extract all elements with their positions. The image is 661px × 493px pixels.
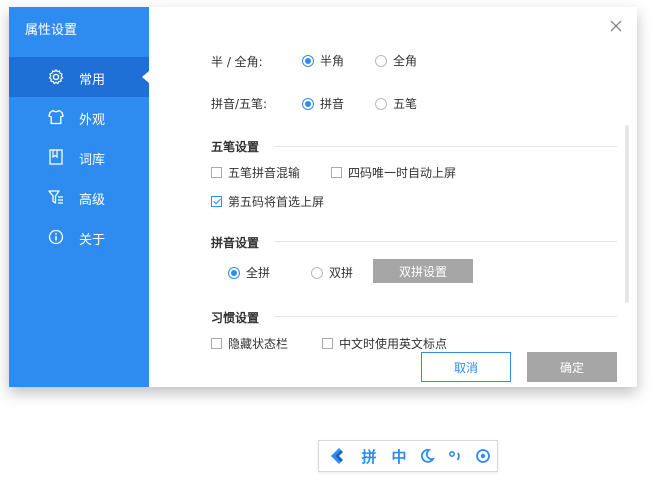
width-mode-label: 半 / 全角: <box>211 55 263 69</box>
sidebar-item-dictionary[interactable]: 词库 <box>9 137 149 177</box>
sidebar-item-label: 关于 <box>79 233 106 248</box>
shuangpin-settings-button[interactable]: 双拼设置 <box>373 259 473 283</box>
book-icon <box>47 148 65 166</box>
chinese-mode-indicator[interactable]: 中 <box>389 446 409 466</box>
pinyin-mode-indicator[interactable]: 拼 <box>359 446 379 466</box>
radio-label: 全拼 <box>246 266 271 280</box>
checkbox-label: 隐藏状态栏 <box>228 337 289 351</box>
radio-full-width[interactable]: 全角 <box>375 52 417 69</box>
checkbox-label: 中文时使用英文标点 <box>339 337 448 351</box>
radio-label: 半角 <box>320 54 345 68</box>
shirt-icon <box>47 108 65 126</box>
checkbox-hide-statusbar[interactable]: 隐藏状态栏 <box>211 335 288 352</box>
radio-label: 拼音 <box>320 97 345 111</box>
checkbox-label: 四码唯一时自动上屏 <box>348 166 457 180</box>
radio-indicator <box>311 266 323 279</box>
radio-indicator <box>302 54 314 67</box>
radio-label: 双拼 <box>329 266 354 280</box>
radio-label: 全角 <box>393 54 418 68</box>
punctuation-icon[interactable] <box>445 446 465 466</box>
section-divider <box>275 316 617 317</box>
checkbox-indicator <box>322 338 333 349</box>
scrollbar[interactable] <box>625 125 629 303</box>
radio-shuangpin[interactable]: 双拼 <box>311 264 353 281</box>
ime-status-toolbar: 拼 中 <box>318 440 498 472</box>
checkbox-label: 五笔拼音混输 <box>228 166 301 180</box>
ime-logo-icon[interactable] <box>327 446 347 466</box>
content-panel: 半 / 全角: 半角 全角 拼音/五笔: 拼音 五笔 五笔设置 五笔拼音混输 四… <box>149 7 637 387</box>
habit-section-title: 习惯设置 <box>211 311 260 325</box>
sidebar-item-label: 常用 <box>79 73 106 88</box>
radio-quanpin[interactable]: 全拼 <box>228 264 270 281</box>
checkbox-english-punctuation[interactable]: 中文时使用英文标点 <box>322 335 447 352</box>
radio-pinyin[interactable]: 拼音 <box>302 95 344 112</box>
sidebar-item-advanced[interactable]: 高级 <box>9 177 149 217</box>
sidebar-item-label: 词库 <box>79 153 106 168</box>
info-icon <box>47 228 65 246</box>
section-divider <box>275 241 617 242</box>
radio-indicator <box>228 266 240 279</box>
radio-label: 五笔 <box>393 97 418 111</box>
radio-indicator <box>375 54 387 67</box>
cancel-button[interactable]: 取消 <box>421 352 511 382</box>
sidebar-item-appearance[interactable]: 外观 <box>9 97 149 137</box>
sidebar: 属性设置 常用 外观 词库 高级 关于 <box>9 7 149 387</box>
confirm-button[interactable]: 确定 <box>527 352 617 382</box>
filter-icon <box>47 188 65 206</box>
radio-indicator <box>375 97 387 110</box>
checkbox-fifth-code-first[interactable]: 第五码将首选上屏 <box>211 193 324 210</box>
dialog-title: 属性设置 <box>25 23 78 38</box>
wubi-section-title: 五笔设置 <box>211 140 260 154</box>
radio-wubi[interactable]: 五笔 <box>375 95 417 112</box>
radio-indicator <box>302 97 314 110</box>
settings-dialog: 属性设置 常用 外观 词库 高级 关于 半 / 全角: 半角 全角 拼音/五笔:… <box>9 7 637 387</box>
input-mode-label: 拼音/五笔: <box>211 97 268 111</box>
checkbox-indicator <box>211 338 222 349</box>
checkbox-indicator <box>211 167 222 178</box>
sidebar-item-about[interactable]: 关于 <box>9 217 149 257</box>
checkbox-label: 第五码将首选上屏 <box>228 195 325 209</box>
checkbox-four-code-auto[interactable]: 四码唯一时自动上屏 <box>331 164 456 181</box>
gear-icon <box>47 68 65 86</box>
checkbox-wubi-pinyin-mix[interactable]: 五笔拼音混输 <box>211 164 300 181</box>
moon-icon[interactable] <box>417 446 437 466</box>
radio-half-width[interactable]: 半角 <box>302 52 344 69</box>
pinyin-section-title: 拼音设置 <box>211 236 260 250</box>
sidebar-item-general[interactable]: 常用 <box>9 57 149 97</box>
checkbox-indicator <box>211 196 222 207</box>
checkbox-indicator <box>331 167 342 178</box>
sidebar-item-label: 高级 <box>79 193 106 208</box>
sidebar-item-label: 外观 <box>79 113 106 128</box>
settings-icon[interactable] <box>473 446 493 466</box>
section-divider <box>275 146 617 147</box>
